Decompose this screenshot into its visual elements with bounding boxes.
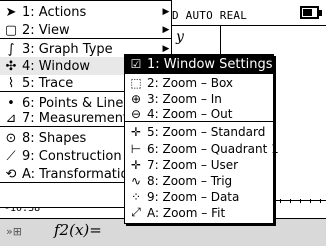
main-menu-item-label: 1: Actions	[22, 4, 87, 20]
submenu-item-label: 5: Zoom – Standard	[147, 124, 266, 139]
submenu-item-zoom-data[interactable]: ⁘ 9: Zoom – Data	[125, 189, 273, 204]
submenu-arrow-icon: ▶	[162, 44, 170, 54]
zoom-data-icon: ⁘	[130, 189, 142, 204]
entry-expand-icon[interactable]: »⊞	[6, 225, 22, 238]
battery-icon	[300, 6, 322, 19]
submenu-item-label: 3: Zoom – In	[147, 91, 222, 106]
mode-status-text: D AUTO REAL	[172, 9, 248, 22]
menu-divider	[125, 73, 273, 74]
submenu-item-label: 4: Zoom – Out	[147, 106, 233, 121]
submenu-item-label: 1: Window Settings	[147, 56, 273, 72]
zoom-trig-icon: ∿	[130, 173, 142, 188]
trace-icon: ⌇	[7, 75, 15, 91]
submenu-item-zoom-standard[interactable]: ✛ 5: Zoom – Standard	[125, 124, 273, 139]
submenu-item-label: 6: Zoom – Quadrant 1	[147, 141, 279, 156]
zoom-standard-icon: ✛	[130, 124, 142, 139]
menu-divider	[125, 121, 273, 122]
checkbox-icon: ☑	[130, 57, 142, 71]
submenu-item-zoom-in[interactable]: ⊕ 3: Zoom – In	[125, 91, 273, 106]
submenu-item-label: A: Zoom – Fit	[147, 205, 226, 220]
main-menu-item-label: 2: View	[22, 22, 70, 38]
zoom-in-icon: ⊕	[130, 91, 142, 106]
submenu-item-window-settings[interactable]: ☑ 1: Window Settings	[125, 55, 273, 73]
submenu-item-zoom-out[interactable]: ⊖ 4: Zoom – Out	[125, 106, 273, 121]
zoom-user-icon: ✛	[130, 157, 142, 172]
window-submenu: ☑ 1: Window Settings ⬚ 2: Zoom – Box ⊕ 3: Zoo…	[124, 54, 279, 224]
zoom-out-icon: ⊖	[130, 106, 142, 121]
transformation-icon: ⟲	[5, 166, 17, 182]
menu-divider	[0, 38, 171, 39]
submenu-item-label: 8: Zoom – Trig	[147, 173, 233, 188]
submenu-item-label: 2: Zoom – Box	[147, 75, 234, 90]
window-zoom-icon: ✣	[5, 58, 17, 74]
submenu-item-zoom-box[interactable]: ⬚ 2: Zoom – Box	[125, 75, 273, 90]
submenu-arrow-icon: ▶	[162, 7, 170, 17]
main-menu-item-actions[interactable]: ➤ 1: Actions ▶	[0, 3, 171, 21]
submenu-item-label: 7: Zoom – User	[147, 157, 239, 172]
graph-type-icon: ∫	[7, 41, 15, 57]
function-entry-prompt[interactable]: f2(x)=	[54, 221, 102, 239]
measurement-icon: ⊿	[5, 110, 17, 126]
zoom-fit-icon: ⤢	[131, 205, 141, 219]
construction-icon: ⟋	[6, 148, 16, 164]
zoom-quadrant-icon: ⊢	[130, 141, 142, 156]
y-axis-label: y	[176, 29, 184, 45]
submenu-item-zoom-quadrant-1[interactable]: ⊢ 6: Zoom – Quadrant 1	[125, 141, 279, 156]
submenu-arrow-icon: ▶	[162, 25, 170, 35]
cursor-arrow-icon: ➤	[5, 4, 17, 20]
submenu-item-label: 9: Zoom – Data	[147, 189, 240, 204]
shapes-icon: ⊙	[5, 130, 17, 146]
zoom-box-icon: ⬚	[130, 75, 142, 90]
submenu-item-zoom-fit[interactable]: ⤢ A: Zoom – Fit	[125, 205, 273, 220]
view-window-icon: ▢	[4, 22, 18, 38]
submenu-item-zoom-user[interactable]: ✛ 7: Zoom – User	[125, 157, 273, 172]
main-menu-item-view[interactable]: ▢ 2: View ▶	[0, 21, 171, 39]
submenu-item-zoom-trig[interactable]: ∿ 8: Zoom – Trig	[125, 173, 273, 188]
y-axis	[220, 26, 221, 56]
